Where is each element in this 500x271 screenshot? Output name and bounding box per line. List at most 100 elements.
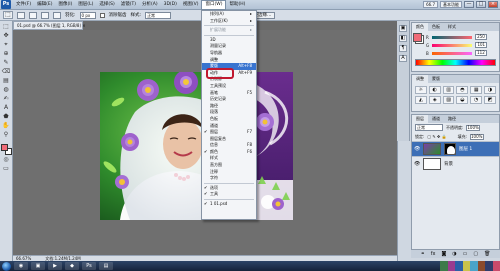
adjustment-icon[interactable]: ◒ [456, 96, 469, 104]
screen-mode-icon[interactable]: ▭ [1, 165, 11, 173]
window-menu-item[interactable]: 色板 [202, 116, 256, 123]
color-spectrum-ramp[interactable] [415, 59, 496, 66]
opacity-input[interactable]: 100% [466, 124, 481, 131]
lock-icons[interactable]: ▢ ✎ ✥ 🔒 [427, 134, 446, 139]
taskbar-app-button[interactable]: ▤ [99, 262, 113, 270]
tool-icon[interactable]: ⌖ [1, 41, 11, 49]
tool-icon[interactable]: ▤ [1, 77, 11, 85]
menu-item[interactable]: 3D(D) [161, 0, 180, 10]
menu-item[interactable]: 文件(F) [13, 0, 34, 10]
minimize-button[interactable]: — [464, 1, 474, 8]
fill-input[interactable]: 100% [470, 133, 484, 140]
window-menu-item[interactable]: 排列(A) ▸ [202, 11, 256, 18]
layers-footer-icon[interactable]: fx [431, 251, 436, 257]
taskbar-app-button[interactable]: ▶ [48, 262, 62, 270]
tool-icon[interactable]: ✋ [1, 122, 11, 130]
panel-tab[interactable]: 蒙版 [428, 75, 444, 83]
channel-slider[interactable] [432, 43, 473, 47]
adjustment-icon[interactable]: ▥ [442, 86, 455, 94]
marquee-tool-preset-icon[interactable]: ⬚ [3, 11, 13, 19]
menu-item[interactable]: 窗口(W) [201, 0, 227, 10]
menu-item[interactable]: 视图(V) [180, 0, 202, 10]
tool-icon[interactable]: ✎ [1, 59, 11, 67]
tool-icon[interactable]: ⌫ [1, 68, 11, 76]
adjustment-icon[interactable]: ◑ [484, 86, 496, 94]
tool-icon[interactable]: ✍ [1, 95, 11, 103]
document-canvas[interactable] [100, 72, 293, 220]
color-swatches[interactable] [0, 144, 12, 155]
channel-slider[interactable] [431, 51, 472, 55]
channel-value-input[interactable]: 112 [474, 50, 487, 56]
layers-footer-icon[interactable]: 🗑 [484, 251, 490, 257]
workspace-select[interactable]: 基本功能 [440, 1, 462, 8]
selection-mode-new-button[interactable] [17, 11, 25, 19]
panel-tab[interactable]: 样式 [444, 23, 460, 31]
window-menu-item[interactable]: 测量记录 [202, 43, 256, 50]
close-button[interactable]: × [488, 1, 498, 8]
panel-tab[interactable]: 色板 [428, 23, 444, 31]
menu-item[interactable]: 图层(L) [75, 0, 96, 10]
adjustment-icon[interactable]: ☼ [415, 86, 427, 94]
menu-item[interactable]: 滤镜(T) [118, 0, 139, 10]
antialias-checkbox[interactable] [99, 12, 105, 18]
menu-item[interactable]: 图像(I) [55, 0, 75, 10]
window-menu-item[interactable]: ✔ 1 01.psd [202, 201, 256, 208]
panel-toggle-icon[interactable]: ◧ [399, 35, 407, 42]
window-menu-item[interactable]: ✔ 工具 [202, 191, 256, 198]
quick-mask-icon[interactable]: ◎ [1, 156, 11, 164]
color-panel-foreground-swatch[interactable] [413, 33, 422, 42]
visibility-eye-icon[interactable]: 👁 [414, 161, 420, 167]
window-menu-item[interactable]: 字符 [202, 175, 256, 182]
window-menu-item[interactable]: 直方图 [202, 162, 256, 169]
adjustment-icon[interactable]: ◐ [428, 86, 441, 94]
selection-mode-add-button[interactable] [29, 11, 37, 19]
zoom-select[interactable]: 66.7 [423, 1, 438, 8]
layers-footer-icon[interactable]: ▢ [473, 251, 478, 257]
window-menu-item[interactable]: 段落 [202, 109, 256, 116]
start-button[interactable] [2, 261, 11, 271]
menu-item[interactable]: 选择(S) [96, 0, 117, 10]
layer-row[interactable]: 👁 图层 1 [412, 141, 499, 156]
panel-tab[interactable]: 通道 [428, 115, 444, 123]
feather-input[interactable]: 0 px [79, 11, 96, 19]
panel-toggle-icon[interactable]: A [399, 55, 407, 62]
tool-icon[interactable]: ⚲ [1, 131, 11, 139]
window-menu-item[interactable]: 工具预设 [202, 83, 256, 90]
visibility-eye-icon[interactable]: 👁 [414, 146, 420, 152]
channel-value-input[interactable]: 250 [474, 34, 487, 40]
selection-mode-subtract-button[interactable] [41, 11, 49, 19]
panel-toggle-icon[interactable]: ▣ [399, 25, 407, 32]
style-select[interactable]: 正常 [145, 11, 172, 19]
layer-row[interactable]: 👁 背景 [412, 156, 499, 171]
tool-icon[interactable]: ⬟ [1, 113, 11, 121]
adjustment-icon[interactable]: ◩ [484, 96, 496, 104]
layers-footer-icon[interactable]: ⚭ [421, 251, 425, 257]
layers-footer-icon[interactable]: ◑ [452, 251, 456, 257]
taskbar-app-button[interactable]: ◆ [65, 262, 79, 270]
tool-icon[interactable]: A [1, 104, 11, 112]
blend-mode-select[interactable]: 正常 [415, 124, 443, 131]
document-tab[interactable]: 01.psd @ 66.7% (图层 1, RGB/8) × [13, 21, 86, 30]
panel-tab[interactable]: 颜色 [412, 23, 428, 31]
taskbar-app-button[interactable]: ◉ [14, 262, 28, 270]
window-menu-item[interactable]: ✔ 图层 F7 [202, 129, 256, 136]
tool-icon[interactable]: ◍ [1, 86, 11, 94]
panel-tab[interactable]: 调整 [412, 75, 428, 83]
adjustment-icon[interactable]: ◔ [470, 96, 483, 104]
panel-tab[interactable]: 路径 [444, 115, 460, 123]
menu-item[interactable]: 帮助(H) [226, 0, 248, 10]
window-menu-item[interactable]: 扩展功能 ▸ [202, 27, 256, 34]
layers-footer-icon[interactable]: ◙ [441, 251, 446, 257]
taskbar-app-button[interactable]: ▣ [31, 262, 45, 270]
maximize-button[interactable]: □ [476, 1, 486, 8]
window-menu-item[interactable]: 工作区(K) ▸ [202, 18, 256, 25]
window-menu-item[interactable]: 历史记录 [202, 96, 256, 103]
adjustment-icon[interactable]: ◭ [415, 96, 427, 104]
adjustment-icon[interactable]: ▨ [442, 96, 455, 104]
channel-slider[interactable] [431, 35, 472, 39]
layer-mask-thumbnail[interactable] [444, 143, 456, 155]
tool-icon[interactable]: ✥ [1, 32, 11, 40]
taskbar-app-button[interactable]: Ps [82, 262, 96, 270]
foreground-color-swatch[interactable] [0, 144, 8, 151]
selection-mode-intersect-button[interactable] [53, 11, 61, 19]
